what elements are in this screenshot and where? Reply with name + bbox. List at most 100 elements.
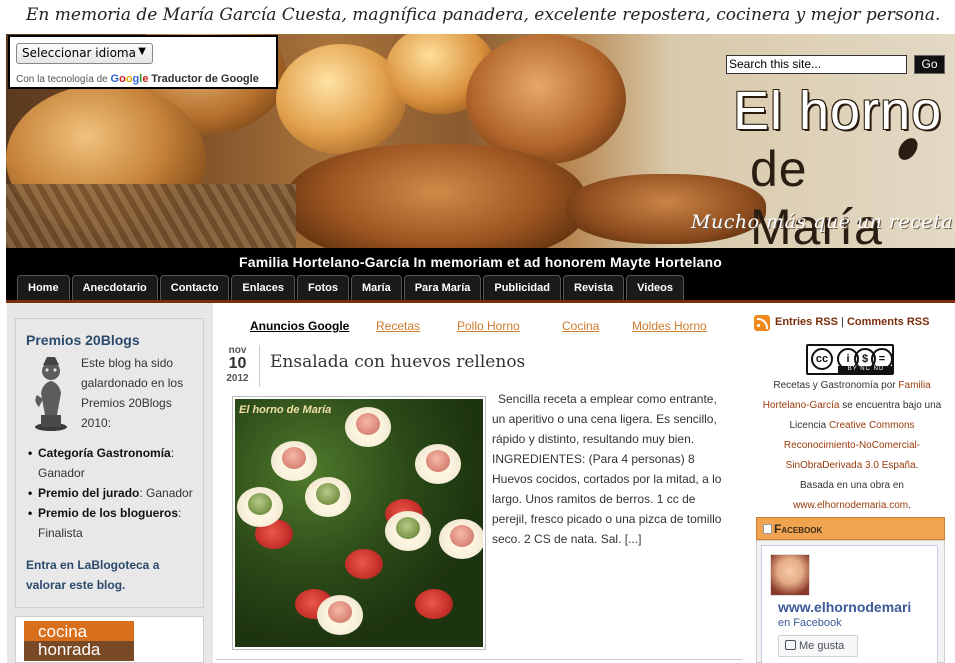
main-nav: Home Anecdotario Contacto Enlaces Fotos … (17, 275, 685, 300)
license-cc-link[interactable]: Creative Commons (829, 420, 915, 431)
egg-filling (282, 447, 306, 469)
stuffed-egg (385, 511, 431, 551)
license-text-part: se encuentra bajo una (839, 400, 942, 411)
ad-link-cocina[interactable]: Cocina (562, 319, 599, 333)
nav-enlaces[interactable]: Enlaces (231, 275, 296, 300)
search-input[interactable]: Search this site... (726, 55, 907, 74)
egg-filling (248, 493, 272, 515)
stuffed-egg (415, 444, 461, 484)
award-item-result: Finalista (38, 526, 83, 540)
license-line: Hortelano-García se encuentra bajo una (752, 396, 952, 416)
egg-filling (316, 483, 340, 505)
honrada-line1: cocina (38, 622, 88, 641)
like-label: Me gusta (799, 640, 845, 652)
award-widget: Premios 20Blogs Este blog ha sido galard… (15, 318, 204, 608)
ad-link-recetas[interactable]: Recetas (376, 319, 420, 333)
license-line: Licencia Creative Commons (752, 416, 952, 436)
award-item: Categoría Gastronomía: Ganador (28, 443, 203, 483)
license-text-part: Recetas y Gastronomía por (773, 380, 899, 391)
bread-image (566, 174, 766, 244)
facebook-sub: en Facebook (778, 617, 842, 629)
post-day: 10 (228, 355, 247, 372)
award-item: Premio de los blogueros: Finalista (28, 503, 203, 543)
google-translate-widget: Seleccionar idioma ▼ Con la tecnología d… (8, 35, 278, 89)
award-title[interactable]: Premios 20Blogs (26, 332, 140, 348)
license-text-part: . (915, 460, 919, 471)
comments-rss-link[interactable]: Comments RSS (847, 316, 930, 328)
award-item-name: Categoría Gastronomía (38, 446, 171, 460)
language-select[interactable]: Seleccionar idioma ▼ (16, 43, 153, 64)
stuffed-egg (439, 519, 483, 559)
license-text: Recetas y Gastronomía por Familia Hortel… (752, 376, 952, 516)
entries-rss-link[interactable]: Entries RSS (775, 316, 838, 328)
nav-para-maria[interactable]: Para María (403, 275, 482, 300)
license-cc-link[interactable]: SinObraDerivada 3.0 España (786, 460, 916, 471)
post-year: 2012 (226, 373, 249, 384)
facebook-header-label: Facebook (774, 522, 823, 536)
facebook-page-name[interactable]: www.elhornodemari (778, 599, 911, 615)
site-logo-line2[interactable]: de María (750, 140, 955, 256)
like-button[interactable]: Me gusta (778, 635, 858, 657)
ad-link-moldes-horno[interactable]: Moldes Horno (632, 319, 707, 333)
source-site-link[interactable]: www.elhornodemaria.com (793, 500, 908, 511)
site-logo-line1[interactable]: El horno (733, 80, 942, 142)
band-title: Familia Hortelano-García In memoriam et … (238, 254, 723, 270)
tomato-slice (415, 589, 453, 619)
award-item-result: Ganador (146, 486, 193, 500)
license-line: Reconocimiento-NoComercial- (752, 436, 952, 456)
dropdown-arrow-icon: ▼ (138, 46, 146, 57)
license-line: www.elhornodemaria.com. (752, 496, 952, 516)
nav-videos[interactable]: Videos (626, 275, 685, 300)
rss-icon[interactable] (754, 315, 770, 331)
nav-home[interactable]: Home (17, 275, 70, 300)
stuffed-egg (237, 487, 283, 527)
license-line: Basada en una obra en (752, 476, 952, 496)
award-item-sep: : (170, 446, 175, 460)
avatar[interactable] (770, 554, 810, 596)
license-author-link[interactable]: Hortelano-García (763, 400, 840, 411)
nav-anecdotario[interactable]: Anecdotario (71, 275, 158, 300)
tomato-slice (345, 549, 383, 579)
stuffed-egg (305, 477, 351, 517)
powered-by-text: Con la tecnología de (16, 74, 108, 85)
search-go-button[interactable]: Go (914, 55, 945, 74)
ad-link-pollo-horno[interactable]: Pollo Horno (457, 319, 520, 333)
post-image[interactable]: El horno de María (232, 396, 486, 650)
egg-filling (396, 517, 420, 539)
nav-contacto[interactable]: Contacto (159, 275, 230, 300)
license-author-link[interactable]: Familia (898, 380, 930, 391)
photo-watermark: El horno de María (239, 404, 332, 416)
post-title[interactable]: Ensalada con huevos rellenos (270, 352, 525, 372)
award-item-name: Premio de los blogueros (38, 506, 179, 520)
bread-image (286, 144, 586, 248)
ads-label[interactable]: Anuncios Google (250, 319, 349, 333)
egg-filling (328, 601, 352, 623)
thumbs-up-icon (785, 640, 796, 650)
trophy-icon (35, 357, 67, 431)
rss-separator: | (841, 316, 844, 328)
nav-publicidad[interactable]: Publicidad (483, 275, 561, 300)
bread-image (466, 34, 626, 164)
award-description: Este blog ha sido galardonado en los Pre… (81, 356, 184, 430)
powered-by: Con la tecnología de Google Traductor de… (16, 73, 276, 85)
nav-fotos[interactable]: Fotos (297, 275, 349, 300)
basket-image (6, 184, 296, 248)
award-item-sep: : (178, 506, 182, 520)
cocina-honrada-badge[interactable]: cocina honrada (24, 621, 134, 661)
award-item: Premio del jurado: Ganador (28, 483, 203, 503)
creative-commons-badge[interactable]: cc i $ = BY NC ND (806, 344, 894, 375)
nav-maria[interactable]: María (350, 275, 402, 300)
egg-filling (356, 413, 380, 435)
stuffed-egg (345, 407, 391, 447)
award-item-result: Ganador (38, 466, 85, 480)
google-ad-links: Anuncios Google Recetas Pollo Horno Coci… (240, 319, 730, 335)
salad-photo: El horno de María (235, 399, 483, 647)
license-cc-link[interactable]: Reconocimiento-NoComercial- (784, 440, 920, 451)
navigation-band: Familia Hortelano-García In memoriam et … (6, 248, 955, 303)
nav-revista[interactable]: Revista (563, 275, 625, 300)
lablogoteca-link[interactable]: Entra en LaBlogoteca a valorar este blog… (26, 555, 196, 595)
document-icon (763, 524, 772, 534)
google-logo: Google (110, 73, 149, 85)
honrada-line2: honrada (24, 641, 134, 661)
translator-link[interactable]: Traductor de Google (151, 73, 259, 85)
